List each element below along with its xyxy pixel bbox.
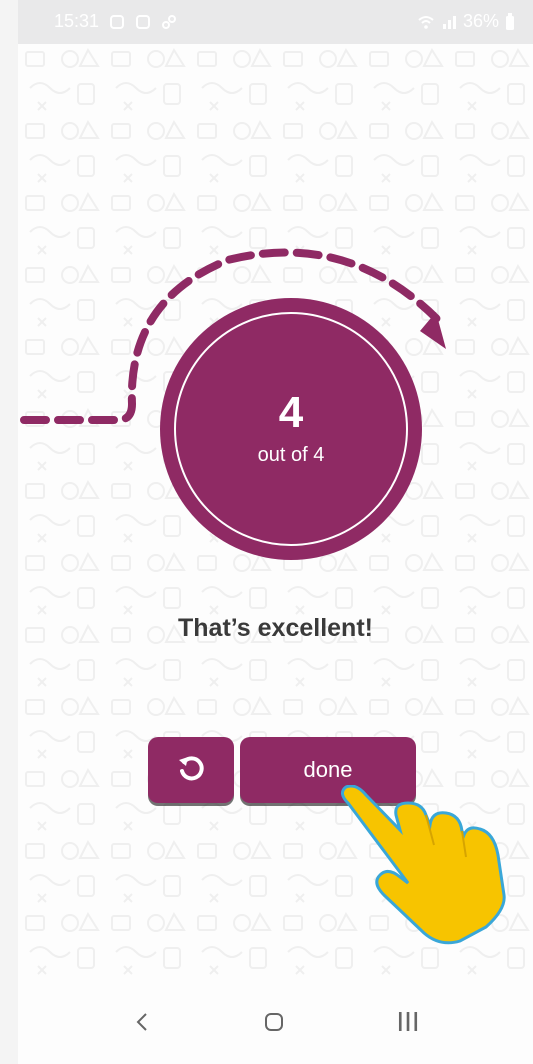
chevron-left-icon — [136, 1013, 147, 1031]
app-screen: 15:31 36% 4 out of 4 That’s excellent! d… — [18, 0, 533, 1064]
tap-hand-icon — [341, 785, 506, 945]
recents-icon: III — [396, 1006, 420, 1037]
nav-recents-button[interactable]: III — [378, 1000, 438, 1044]
rotate-ccw-icon — [179, 755, 204, 780]
nav-back-button[interactable] — [112, 1000, 172, 1044]
result-message: That’s excellent! — [178, 614, 373, 642]
score-value: 4 — [278, 388, 304, 437]
nav-home-button[interactable] — [244, 1000, 304, 1044]
retry-button[interactable] — [148, 737, 234, 803]
score-badge: 4 out of 4 — [160, 298, 422, 560]
home-icon — [265, 1013, 283, 1031]
score-total: out of 4 — [257, 444, 325, 466]
system-navbar: III — [18, 980, 533, 1064]
